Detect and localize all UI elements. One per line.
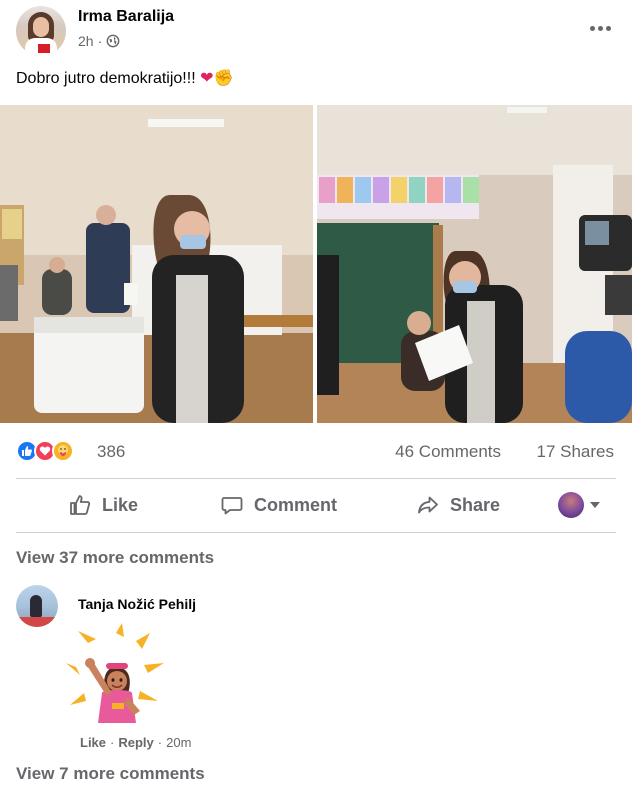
like-label: Like	[102, 494, 139, 515]
chevron-down-icon	[590, 502, 600, 508]
share-icon	[418, 496, 438, 514]
author-avatar[interactable]	[16, 6, 66, 56]
view-more-comments-link[interactable]: View 37 more comments	[16, 548, 214, 568]
comment-button[interactable]: Comment	[220, 483, 337, 527]
comment-label: Comment	[254, 494, 338, 515]
divider-bottom	[16, 532, 616, 533]
care-reaction-icon	[52, 440, 74, 462]
commenter-name[interactable]: Tanja Nožić Pehilj	[78, 596, 196, 612]
share-label: Share	[450, 494, 501, 515]
post-actions: Like Comment Share	[16, 483, 616, 527]
comment: Tanja Nožić Pehilj Like · Reply · 20m	[16, 585, 616, 755]
current-user-avatar	[558, 492, 584, 518]
reaction-profile-selector[interactable]	[558, 492, 600, 518]
fist-emoji: ✊	[213, 70, 234, 87]
sticker-image	[66, 623, 164, 723]
view-more-comments-link-2[interactable]: View 7 more comments	[16, 764, 205, 784]
like-button[interactable]: Like	[68, 483, 138, 527]
share-button[interactable]: Share	[416, 483, 500, 527]
more-options-icon[interactable]	[584, 18, 616, 38]
post-body: Dobro jutro demokratijo!!!	[16, 70, 196, 87]
post-header: Irma Baralija 2h ·	[16, 6, 616, 60]
comment-reply-link[interactable]: Reply	[118, 735, 153, 750]
comment-time[interactable]: 20m	[166, 735, 191, 750]
post-meta: 2h ·	[78, 33, 120, 49]
comment-meta: Like · Reply · 20m	[80, 735, 191, 750]
globe-icon[interactable]	[106, 34, 120, 48]
shares-count[interactable]: 17 Shares	[537, 442, 615, 462]
comments-count[interactable]: 46 Comments	[395, 442, 501, 462]
post-time[interactable]: 2h	[78, 33, 94, 49]
reaction-icons[interactable]	[16, 440, 88, 464]
comment-meta-dot-2: ·	[157, 735, 163, 750]
post-photo-left[interactable]	[0, 105, 313, 423]
commenter-avatar[interactable]	[16, 585, 58, 627]
author-name[interactable]: Irma Baralija	[78, 8, 174, 26]
reactions-bar: 386 46 Comments 17 Shares	[16, 438, 616, 466]
thumbs-up-icon	[70, 495, 91, 515]
post-text: Dobro jutro demokratijo!!! ❤✊	[16, 68, 233, 88]
comment-like-link[interactable]: Like	[80, 735, 106, 750]
meta-separator: ·	[97, 33, 103, 49]
heart-emoji: ❤	[200, 70, 214, 87]
reaction-count[interactable]: 386	[97, 442, 125, 462]
post-photo-right[interactable]	[317, 105, 632, 423]
divider-top	[16, 478, 616, 479]
comment-icon	[221, 497, 243, 515]
comment-meta-dot: ·	[110, 735, 115, 750]
